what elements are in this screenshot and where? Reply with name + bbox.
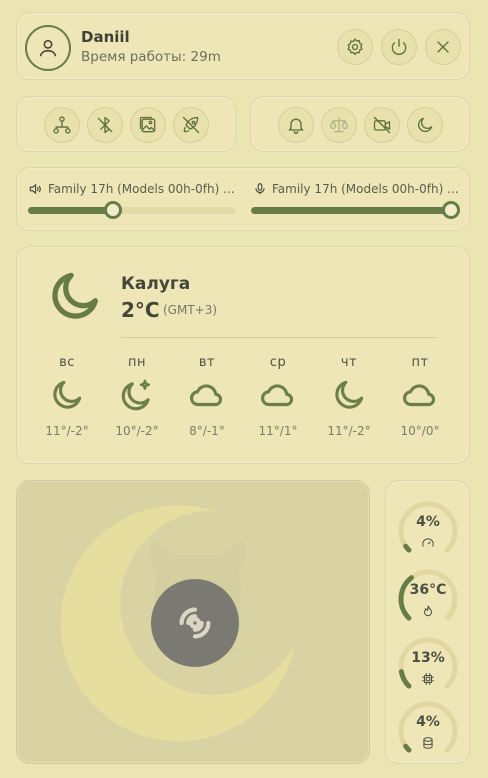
- notifications-toggle[interactable]: [278, 107, 314, 143]
- bell-icon: [288, 118, 304, 134]
- power-button[interactable]: [381, 29, 417, 65]
- performance-toggle[interactable]: [173, 107, 209, 143]
- cloud-icon: [189, 384, 223, 407]
- output-volume-fill: [28, 207, 114, 214]
- close-button[interactable]: [425, 29, 461, 65]
- day-temps: 11°/1°: [258, 424, 298, 438]
- moon-icon: [417, 117, 433, 133]
- day-name: ср: [269, 355, 287, 370]
- day-name: вт: [198, 355, 216, 370]
- system-stats-card: 4% 36°C 13% 4%: [385, 480, 470, 764]
- output-volume-slider[interactable]: [28, 201, 236, 219]
- output-device-label: Family 17h (Models 00h-0fh) ...: [48, 182, 235, 196]
- settings-icon: [347, 38, 363, 55]
- moon-stars-icon: [121, 379, 151, 411]
- audio-card: Family 17h (Models 00h-0fh) ... Family 1…: [16, 167, 470, 231]
- uptime-label: Время работы: 29m: [81, 49, 221, 65]
- divider: [121, 337, 437, 338]
- forecast-day: ср 11°/1°: [243, 355, 313, 438]
- moon-icon: [52, 272, 98, 319]
- gauge-value: 13%: [411, 650, 445, 666]
- gauge-value: 4%: [416, 514, 440, 530]
- image-icon: [139, 116, 156, 133]
- play-button[interactable]: [151, 579, 239, 667]
- network-toggle[interactable]: [44, 107, 80, 143]
- microphone-icon: [255, 183, 265, 195]
- camera-toggle[interactable]: [364, 107, 400, 143]
- cpu-gauge: 13%: [396, 635, 460, 699]
- day-temps: 8°/-1°: [189, 424, 225, 438]
- input-device-label: Family 17h (Models 00h-0fh) ...: [272, 182, 459, 196]
- gauge-arc: [398, 569, 458, 621]
- memory-gauge: 4%: [396, 699, 460, 763]
- gauge-value: 4%: [416, 714, 440, 730]
- day-temps: 11°/-2°: [45, 424, 89, 438]
- network-icon: [53, 116, 71, 134]
- speaker-icon: [29, 183, 41, 195]
- connectivity-toggles: [16, 96, 236, 152]
- rocket-off-icon: [182, 116, 200, 134]
- disc-icon: [179, 607, 211, 639]
- power-icon: [391, 38, 407, 55]
- system-toggles: [250, 96, 470, 152]
- user-name: Daniil: [81, 28, 130, 46]
- weather-temperature: 2°C: [121, 298, 160, 322]
- input-volume-knob[interactable]: [442, 201, 460, 219]
- settings-button[interactable]: [337, 29, 373, 65]
- close-icon: [437, 41, 449, 53]
- gauge-value: 36°C: [409, 582, 447, 598]
- speed-gauge: 4%: [396, 499, 460, 563]
- cpu-icon: [422, 673, 434, 685]
- flame-icon: [423, 605, 433, 617]
- gauge-arc: [398, 637, 458, 689]
- wallpaper-button[interactable]: [130, 107, 166, 143]
- temperature-gauge: 36°C: [396, 567, 460, 631]
- night-mode-toggle[interactable]: [407, 107, 443, 143]
- input-volume-fill: [251, 207, 451, 214]
- bluetooth-toggle[interactable]: [87, 107, 123, 143]
- gauge-arc: [398, 701, 458, 753]
- moon-icon: [53, 380, 82, 409]
- day-name: вс: [59, 355, 75, 370]
- bluetooth-off-icon: [97, 116, 113, 134]
- forecast-day: вс 11°/-2°: [32, 355, 102, 438]
- avatar[interactable]: [25, 25, 71, 71]
- moon-icon: [335, 380, 364, 409]
- database-icon: [423, 737, 433, 749]
- cloud-icon: [402, 384, 436, 407]
- forecast-day: вт 8°/-1°: [172, 355, 242, 438]
- day-temps: 11°/-2°: [327, 424, 371, 438]
- user-icon: [39, 39, 57, 57]
- gauge-arc: [398, 501, 458, 553]
- speedometer-icon: [422, 538, 434, 547]
- day-name: пн: [128, 355, 146, 370]
- day-temps: 10°/-2°: [115, 424, 159, 438]
- forecast-day: чт 11°/-2°: [314, 355, 384, 438]
- balance-toggle[interactable]: [321, 107, 357, 143]
- scale-icon: [330, 117, 348, 133]
- input-volume-slider[interactable]: [251, 201, 460, 219]
- output-volume-knob[interactable]: [104, 201, 123, 219]
- forecast-day: пт 10°/0°: [385, 355, 455, 438]
- cloud-icon: [260, 384, 294, 407]
- camera-off-icon: [373, 116, 391, 134]
- profile-card: Daniil Время работы: 29m: [16, 12, 470, 80]
- weather-card: Калуга 2°C (GMT+3) вс 11°/-2° пн 10°/-2°…: [16, 246, 470, 464]
- day-name: чт: [340, 355, 358, 370]
- media-player-card: [16, 480, 370, 764]
- day-temps: 10°/0°: [400, 424, 440, 438]
- forecast-day: пн 10°/-2°: [102, 355, 172, 438]
- weather-city: Калуга: [121, 274, 191, 294]
- day-name: пт: [411, 355, 429, 370]
- weather-timezone: (GMT+3): [163, 303, 218, 317]
